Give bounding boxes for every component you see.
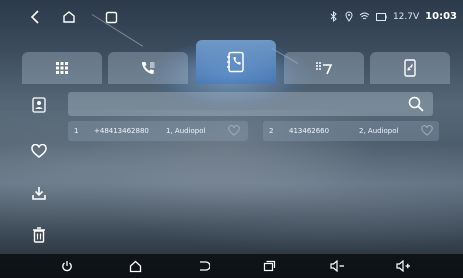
tab-bar <box>0 40 463 84</box>
tab-apps[interactable] <box>22 52 102 84</box>
dialpad-icon <box>315 61 333 75</box>
tab-dialpad[interactable] <box>284 52 364 84</box>
recent-apps-icon[interactable] <box>260 257 278 275</box>
tab-contacts[interactable] <box>196 40 276 84</box>
call-log-icon <box>140 60 156 76</box>
sidebar <box>20 92 60 252</box>
bluetooth-icon <box>329 11 339 22</box>
tab-call-log[interactable] <box>108 52 188 84</box>
home-outline-icon[interactable] <box>58 6 80 28</box>
clock: 10:03 <box>425 11 457 22</box>
contact-index: 1 <box>74 127 79 135</box>
home-icon[interactable] <box>126 257 144 275</box>
contact-number: +48413462880 <box>94 127 149 135</box>
bottom-navigation-bar <box>0 254 463 278</box>
favorite-heart-icon[interactable] <box>228 125 240 137</box>
battery-voltage: 12.7V <box>392 11 420 22</box>
tab-phone-link[interactable] <box>370 52 450 84</box>
recent-square-icon[interactable] <box>100 6 122 28</box>
search-bar <box>68 92 433 116</box>
contact-row[interactable]: 2 413462660 2, Audiopol <box>263 121 439 141</box>
status-indicators: 12.7V 10:03 <box>329 11 457 22</box>
contact-name: 2, Audiopol <box>359 127 399 135</box>
status-bar: 12.7V 10:03 <box>0 0 463 34</box>
volume-down-icon[interactable] <box>328 257 346 275</box>
back-icon[interactable] <box>194 257 212 275</box>
contacts-book-icon <box>226 51 246 73</box>
location-icon <box>345 11 353 22</box>
favorite-heart-icon[interactable] <box>421 125 433 137</box>
contact-card-icon[interactable] <box>28 94 50 116</box>
search-icon[interactable] <box>407 95 425 113</box>
delete-trash-icon[interactable] <box>28 224 50 246</box>
phone-link-icon <box>403 59 417 77</box>
volume-up-icon[interactable] <box>394 257 412 275</box>
battery-icon <box>375 12 387 21</box>
contact-row[interactable]: 1 +48413462880 1, Audiopol <box>68 121 248 141</box>
power-icon[interactable] <box>58 257 76 275</box>
contact-index: 2 <box>269 127 274 135</box>
search-input[interactable] <box>74 94 394 114</box>
back-icon[interactable] <box>24 6 46 28</box>
download-icon[interactable] <box>28 182 50 204</box>
wifi-icon <box>359 12 370 21</box>
apps-grid-icon <box>55 61 69 75</box>
contact-number: 413462660 <box>289 127 330 135</box>
favorite-heart-icon[interactable] <box>28 140 50 162</box>
contact-name: 1, Audiopol <box>166 127 206 135</box>
